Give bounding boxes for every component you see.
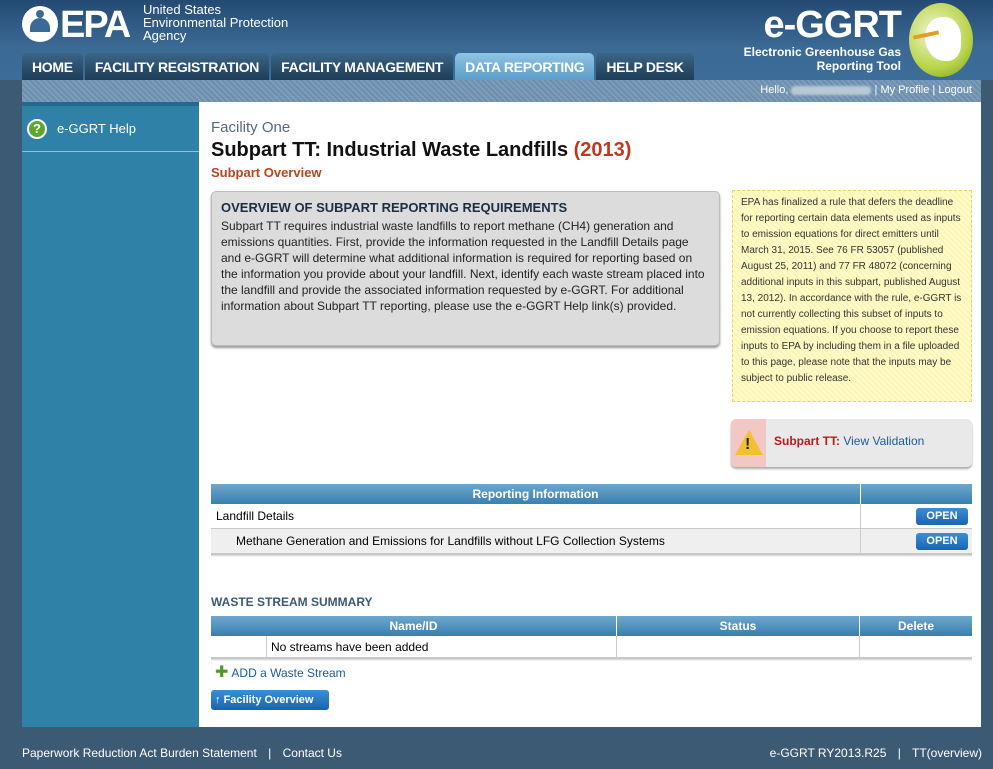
main-nav: HOME FACILITY REGISTRATION FACILITY MANA… xyxy=(22,53,694,80)
add-waste-stream-link[interactable]: ✚ ADD a Waste Stream xyxy=(215,664,346,681)
arrow-up-icon: ↑ xyxy=(215,694,221,706)
paperwork-link[interactable]: Paperwork Reduction Act Burden Statement xyxy=(22,746,257,760)
view-validation-link[interactable]: View Validation xyxy=(843,434,924,448)
eggrt-brand: e-GGRT Electronic Greenhouse Gas Reporti… xyxy=(743,4,902,73)
main-content: Facility One Subpart TT: Industrial Wast… xyxy=(199,102,981,727)
footer-separator: | xyxy=(897,746,901,760)
validation-text: Subpart TT: View Validation xyxy=(774,434,924,448)
footer-left: Paperwork Reduction Act Burden Statement… xyxy=(22,746,342,766)
facility-overview-button[interactable]: ↑ Facility Overview xyxy=(211,690,329,710)
empty-streams-message: No streams have been added xyxy=(267,635,617,658)
row-label-methane-generation: Methane Generation and Emissions for Lan… xyxy=(211,528,861,554)
overview-body: Subpart TT requires industrial waste lan… xyxy=(221,219,705,313)
add-waste-stream-label: ADD a Waste Stream xyxy=(231,666,346,680)
table-row: No streams have been added xyxy=(211,635,972,658)
warning-icon-mark: ! xyxy=(745,436,751,453)
sidebar-help-label: e-GGRT Help xyxy=(57,121,136,136)
tab-home[interactable]: HOME xyxy=(22,53,83,80)
reporting-info-header: Reporting Information xyxy=(211,484,861,504)
table-header: Reporting Information xyxy=(211,484,972,504)
epa-logo-text: EPA xyxy=(60,4,131,46)
footer-separator: | xyxy=(268,746,272,760)
page-subtitle: Subpart Overview xyxy=(211,165,322,180)
validation-label: Subpart TT: xyxy=(774,434,840,448)
col-status: Status xyxy=(617,616,860,636)
user-bar: Hello, | My Profile | Logout xyxy=(22,80,981,102)
user-bar-separator: | xyxy=(874,84,878,96)
sidebar: ? e-GGRT Help xyxy=(22,102,199,727)
epa-logo[interactable]: EPA xyxy=(22,3,142,47)
my-profile-link[interactable]: My Profile xyxy=(880,84,929,96)
row-label-landfill-details: Landfill Details xyxy=(211,503,861,529)
version-text: e-GGRT RY2013.R25 xyxy=(769,746,887,760)
page-title: Subpart TT: Industrial Waste Landfills (… xyxy=(211,139,631,162)
overview-box: OVERVIEW OF SUBPART REPORTING REQUIREMEN… xyxy=(211,191,720,346)
validation-box: ! Subpart TT: View Validation xyxy=(731,419,972,467)
waste-stream-title: WASTE STREAM SUMMARY xyxy=(211,595,373,609)
help-icon: ? xyxy=(27,118,47,139)
page-id-text: TT(overview) xyxy=(911,746,982,760)
egret-logo-icon xyxy=(909,3,973,77)
validation-icon-box: ! xyxy=(731,419,766,467)
user-bar-separator: | xyxy=(932,84,936,96)
plus-icon: ✚ xyxy=(215,664,229,681)
brand-sub-1: Electronic Greenhouse Gas xyxy=(743,45,901,59)
tab-facility-registration[interactable]: FACILITY REGISTRATION xyxy=(84,53,270,80)
deferral-notice: EPA has finalized a rule that defers the… xyxy=(732,190,972,402)
agency-line-3: Agency xyxy=(143,28,187,43)
facility-name: Facility One xyxy=(211,119,291,136)
waste-stream-table: Name/ID Status Delete No streams have be… xyxy=(211,616,972,661)
reporting-info-table: Reporting Information Landfill Details O… xyxy=(211,484,972,557)
reporting-year: (2013) xyxy=(573,139,632,161)
facility-overview-label: Facility Overview xyxy=(223,694,314,706)
page-title-text: Subpart TT: Industrial Waste Landfills xyxy=(211,139,569,161)
footer: Paperwork Reduction Act Burden Statement… xyxy=(22,746,982,766)
brand-title: e-GGRT xyxy=(763,4,902,46)
col-name-id: Name/ID xyxy=(211,616,617,636)
site-header: EPA United States Environmental Protecti… xyxy=(0,0,993,80)
table-row: Landfill Details OPEN xyxy=(211,503,972,529)
col-delete: Delete xyxy=(897,619,935,633)
tab-data-reporting[interactable]: DATA REPORTING xyxy=(455,53,595,80)
open-landfill-details-button[interactable]: OPEN xyxy=(916,507,968,525)
user-name-redacted xyxy=(791,85,872,95)
sidebar-item-help[interactable]: ? e-GGRT Help xyxy=(22,102,199,152)
tab-help-desk[interactable]: HELP DESK xyxy=(596,53,694,80)
table-row: Methane Generation and Emissions for Lan… xyxy=(211,528,972,554)
tab-facility-management[interactable]: FACILITY MANAGEMENT xyxy=(271,53,454,80)
logout-link[interactable]: Logout xyxy=(938,84,972,96)
agency-name: United States Environmental Protection A… xyxy=(143,3,288,42)
table-header: Name/ID Status Delete xyxy=(211,616,972,636)
hello-text: Hello, xyxy=(760,84,789,96)
epa-flower-icon xyxy=(22,6,58,42)
open-methane-generation-button[interactable]: OPEN xyxy=(916,532,968,550)
footer-right: e-GGRT RY2013.R25 | TT(overview) xyxy=(770,746,982,766)
overview-heading: OVERVIEW OF SUBPART REPORTING REQUIREMEN… xyxy=(221,200,568,215)
contact-us-link[interactable]: Contact Us xyxy=(283,746,342,760)
brand-sub-2: Reporting Tool xyxy=(816,59,901,73)
